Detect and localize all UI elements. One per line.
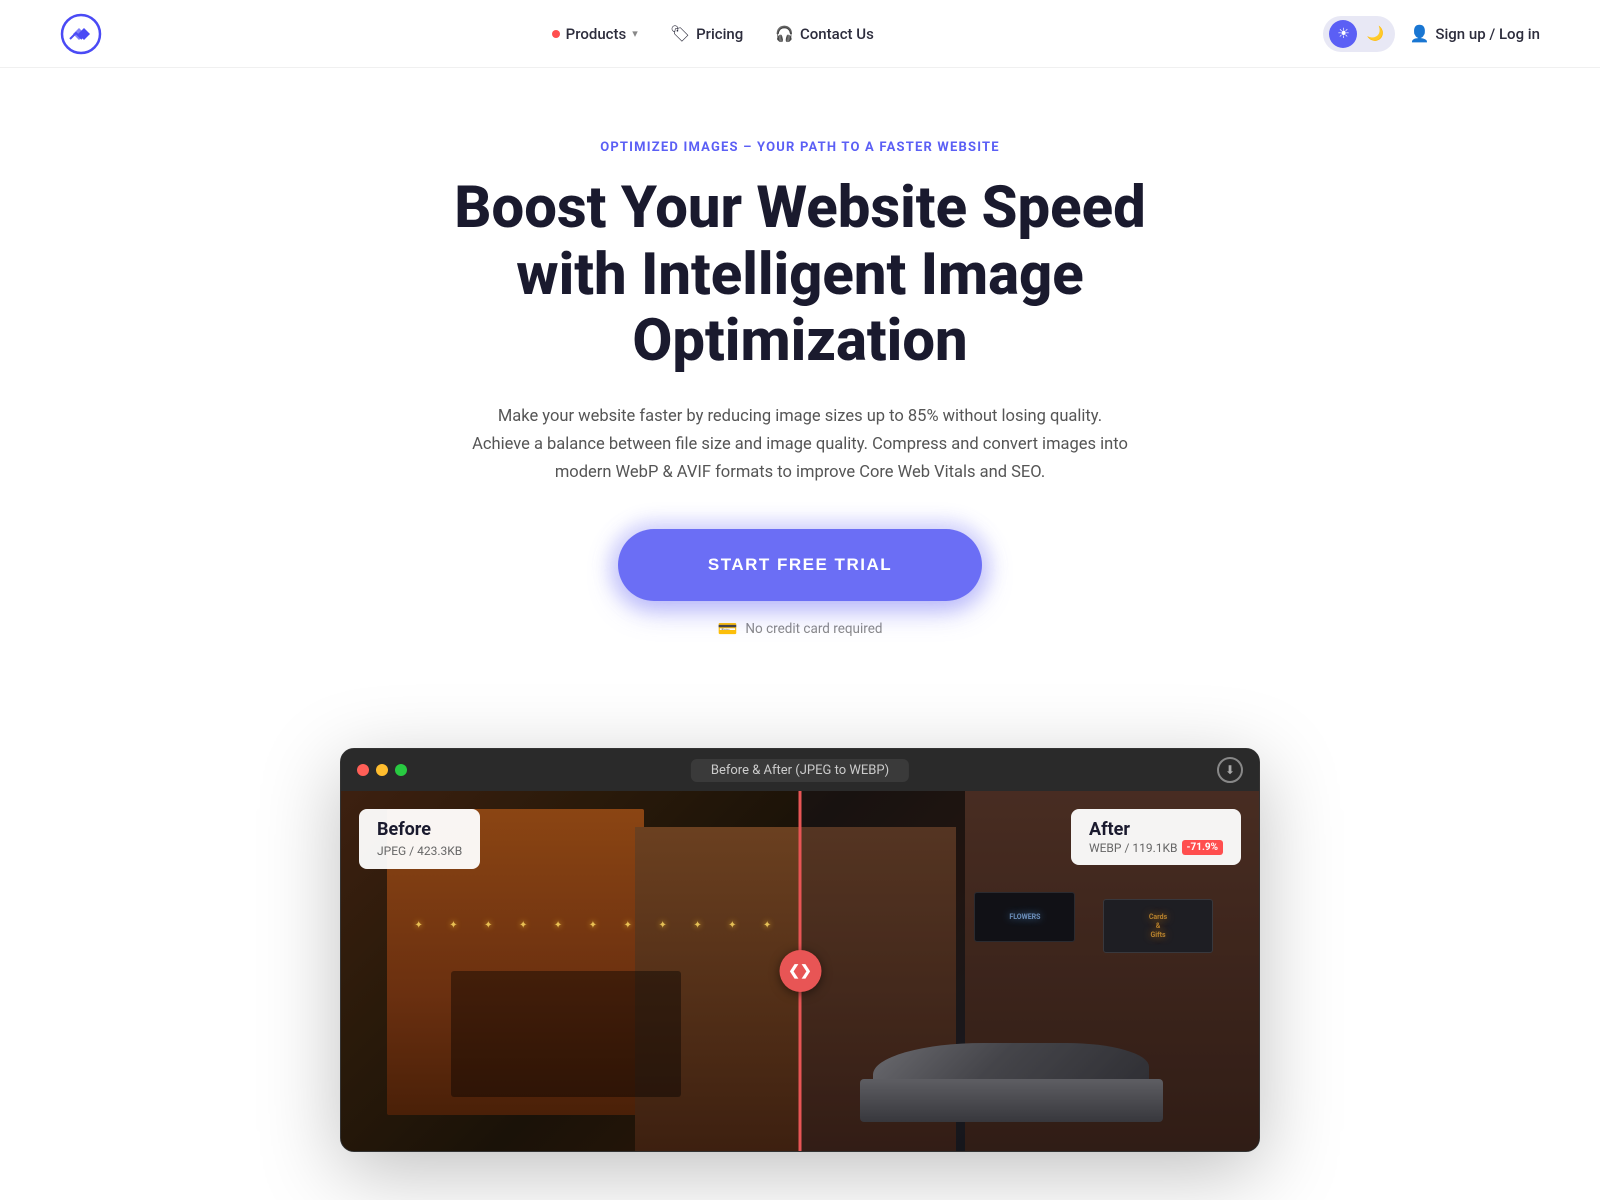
theme-toggle[interactable]: ☀ 🌙 [1323,16,1395,52]
chevron-down-icon: ▾ [632,27,638,40]
before-subtitle: JPEG / 423.3KB [377,844,462,858]
theme-dark-button[interactable]: 🌙 [1361,20,1389,48]
window-controls [357,764,407,776]
after-subtitle: WEBP / 119.1KB [1089,841,1178,855]
window-minimize-dot [376,764,388,776]
logo-icon [60,13,102,55]
start-trial-button[interactable]: START FREE TRIAL [618,529,982,601]
download-icon[interactable]: ⬇ [1217,757,1243,783]
sign-flowers: FLOWERS [974,892,1075,942]
nav-center: Products ▾ 🏷 Pricing 🎧 Contact Us [552,24,874,43]
window-maximize-dot [395,764,407,776]
hero-title-line2: with Intelligent Image [516,241,1084,309]
headset-icon: 🎧 [775,25,794,43]
tag-icon: 🏷 [670,24,690,43]
label-before: Before JPEG / 423.3KB [359,809,480,869]
hero-section: OPTIMIZED IMAGES – YOUR PATH TO A FASTER… [350,68,1250,748]
credit-card-icon: 💳 [718,619,738,638]
compare-handle[interactable]: ❮❯ [779,950,821,992]
after-subtitle-row: WEBP / 119.1KB -71.9% [1089,840,1223,855]
hero-description: Make your website faster by reducing ima… [470,403,1130,487]
user-icon: 👤 [1409,24,1429,43]
image-comparison[interactable]: Cards&Gifts FLOWERS ❮❯ Before JPEG / 423… [341,791,1259,1151]
window-close-dot [357,764,369,776]
hero-title-line1: Boost Your Website Speed [454,174,1145,242]
nav-products[interactable]: Products ▾ [552,25,638,43]
string-lights [414,928,919,930]
products-dot [552,30,560,38]
demo-container: Before & After (JPEG to WEBP) ⬇ Cards&Gi… [300,748,1300,1152]
nav-right: ☀ 🌙 👤 Sign up / Log in [1323,16,1540,52]
browser-titlebar: Before & After (JPEG to WEBP) ⬇ [341,749,1259,791]
compare-divider: ❮❯ [799,791,802,1151]
nav-pricing-label: Pricing [696,25,743,43]
sign-cards: Cards&Gifts [1103,899,1213,953]
car-shape [873,1043,1148,1122]
nav-pricing[interactable]: 🏷 Pricing [670,24,744,43]
no-credit-text: No credit card required [745,621,882,637]
hero-title: Boost Your Website Speed with Intelligen… [390,175,1210,375]
cta-button-outer: START FREE TRIAL [618,529,982,601]
navbar: Products ▾ 🏷 Pricing 🎧 Contact Us ☀ 🌙 👤 … [0,0,1600,68]
theme-light-button[interactable]: ☀ [1329,20,1357,48]
logo[interactable] [60,13,102,55]
car-body [860,1079,1163,1123]
hero-tagline: OPTIMIZED IMAGES – YOUR PATH TO A FASTER… [390,140,1210,155]
cta-wrapper: START FREE TRIAL 💳 No credit card requir… [390,529,1210,638]
signin-label: Sign up / Log in [1435,25,1540,43]
nav-contact-label: Contact Us [800,25,874,43]
label-after: After WEBP / 119.1KB -71.9% [1071,809,1241,865]
no-credit-note: 💳 No credit card required [718,619,883,638]
reduction-badge: -71.9% [1182,840,1223,855]
before-title: Before [377,819,462,840]
nav-products-label: Products [566,25,627,43]
people-silhouette [451,971,681,1097]
browser-window: Before & After (JPEG to WEBP) ⬇ Cards&Gi… [340,748,1260,1152]
hero-title-line3: Optimization [632,307,967,375]
nav-contact[interactable]: 🎧 Contact Us [775,25,874,43]
signin-link[interactable]: 👤 Sign up / Log in [1409,24,1540,43]
after-title: After [1089,819,1130,840]
browser-title: Before & After (JPEG to WEBP) [691,759,909,782]
